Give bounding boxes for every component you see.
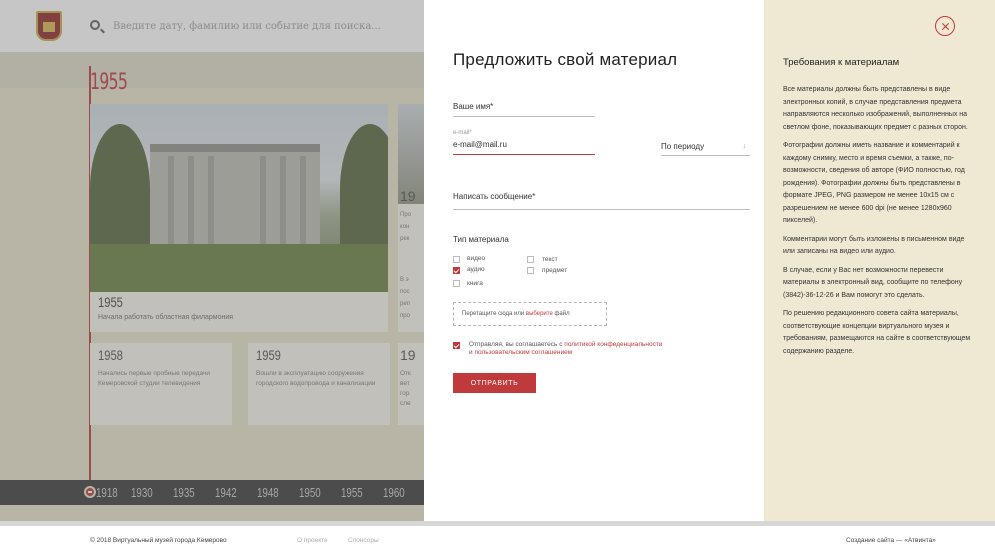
sponsors-link[interactable]: Спонсоры bbox=[348, 537, 379, 544]
requirements-paragraph: Комментарии могут быть изложены в письме… bbox=[783, 235, 965, 256]
requirements-paragraph: По решению редакционного совета сайта ма… bbox=[783, 310, 971, 355]
requirements-paragraph: В случае, если у Вас нет возможности пер… bbox=[783, 266, 963, 299]
consent-checkbox[interactable] bbox=[453, 342, 460, 349]
checkbox-book-label: книга bbox=[467, 280, 483, 287]
privacy-policy-link[interactable]: политикой конфеденциальности bbox=[564, 341, 662, 348]
close-icon[interactable] bbox=[935, 16, 955, 36]
email-field-value: e-mail@mail.ru bbox=[453, 140, 507, 149]
period-select[interactable]: По периоду ↓ bbox=[661, 140, 750, 156]
dropzone-text: Перетащите сюда или выберите файл bbox=[462, 311, 570, 317]
name-field[interactable]: Ваше имя* bbox=[453, 102, 595, 118]
about-link[interactable]: О проекте bbox=[297, 537, 328, 544]
name-field-label: Ваше имя* bbox=[453, 102, 494, 111]
consent-text: Отправляя, вы соглашаетесь с политикой к… bbox=[469, 341, 663, 356]
checkbox-audio-label: аудио bbox=[467, 266, 485, 273]
checkbox-text[interactable] bbox=[527, 256, 534, 263]
email-field-label: e-mail* bbox=[453, 130, 472, 136]
choose-file-link[interactable]: выберите bbox=[526, 311, 553, 317]
requirements-title: Требования к материалам bbox=[783, 57, 900, 68]
footer: © 2018 Виртуальный музей города Кемерово… bbox=[0, 526, 995, 560]
message-field[interactable]: Написать сообщение* bbox=[453, 190, 750, 210]
checkbox-book[interactable] bbox=[453, 280, 460, 287]
requirements-paragraph: Фотографии должны иметь название и комме… bbox=[783, 142, 965, 224]
checkbox-item-label: предмет bbox=[542, 267, 568, 274]
message-field-underline bbox=[453, 209, 750, 210]
checkbox-audio[interactable] bbox=[453, 267, 460, 274]
checkbox-item[interactable] bbox=[527, 267, 534, 274]
material-type-label: Тип материала bbox=[453, 235, 509, 244]
developer-credit-link[interactable]: Создание сайта — «Атвинта» bbox=[846, 537, 936, 544]
requirements-panel: Требования к материалам Все материалы до… bbox=[764, 0, 995, 521]
user-agreement-link[interactable]: пользовательским соглашением bbox=[474, 349, 572, 356]
submit-material-form: Предложить свой материал Ваше имя* e-mai… bbox=[424, 0, 764, 521]
checkbox-video-label: видео bbox=[467, 255, 486, 262]
requirements-text: Все материалы должны быть представлены в… bbox=[783, 84, 978, 364]
email-field-underline bbox=[453, 154, 595, 155]
form-title: Предложить свой материал bbox=[453, 50, 678, 69]
requirements-paragraph: Все материалы должны быть представлены в… bbox=[783, 86, 968, 131]
name-field-underline bbox=[453, 116, 595, 117]
submit-button[interactable]: ОТПРАВИТЬ bbox=[453, 373, 536, 393]
checkbox-video[interactable] bbox=[453, 256, 460, 263]
email-field[interactable]: e-mail* e-mail@mail.ru bbox=[453, 130, 595, 156]
period-select-underline bbox=[661, 155, 750, 156]
copyright-text: © 2018 Виртуальный музей города Кемерово bbox=[90, 537, 227, 544]
chevron-down-icon: ↓ bbox=[742, 143, 747, 150]
checkbox-text-label: текст bbox=[542, 256, 558, 263]
file-dropzone[interactable]: Перетащите сюда или выберите файл bbox=[453, 302, 607, 326]
message-field-label: Написать сообщение* bbox=[453, 192, 536, 201]
period-select-label: По периоду bbox=[661, 142, 705, 151]
